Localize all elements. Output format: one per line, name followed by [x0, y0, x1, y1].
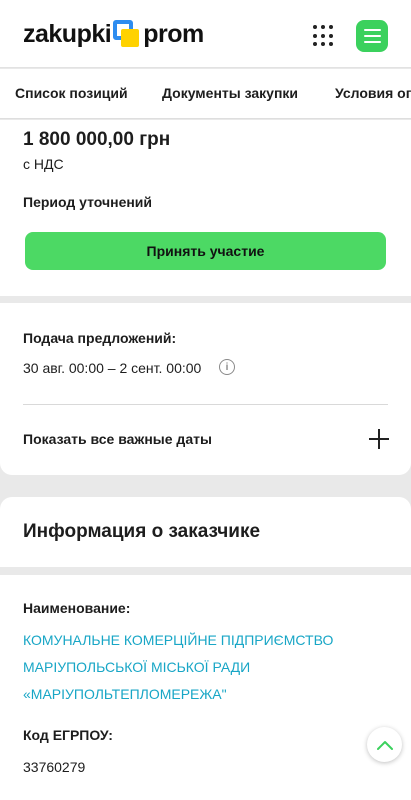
tab-conditions[interactable]: Условия оп — [335, 85, 411, 101]
submission-label: Подача предложений: — [23, 330, 177, 346]
scroll-to-top-button[interactable] — [367, 727, 402, 762]
customer-name-link[interactable]: КОМУНАЛЬНЕ КОМЕРЦІЙНЕ ПІДПРИЄМСТВО МАРІУ… — [23, 627, 363, 708]
divider — [23, 404, 388, 405]
chevron-up-icon — [376, 740, 393, 750]
tab-positions[interactable]: Список позиций — [15, 85, 128, 101]
logo-text-left: zakupki — [23, 19, 112, 48]
hamburger-menu-icon — [363, 29, 381, 31]
show-all-dates-label[interactable]: Показать все важные даты — [23, 431, 212, 447]
customer-section-header: Информация о заказчике — [0, 497, 411, 567]
logo-mark-icon — [113, 20, 141, 48]
customer-name-line: «МАРІУПОЛЬТЕПЛОМЕРЕЖА" — [23, 686, 227, 702]
header: zakupki prom — [0, 0, 411, 68]
tab-documents[interactable]: Документы закупки — [162, 85, 298, 101]
info-icon[interactable]: i — [219, 359, 235, 375]
apps-grid-icon[interactable] — [313, 25, 335, 47]
submission-range: 30 авг. 00:00 – 2 сент. 00:00 — [23, 360, 202, 376]
page: zakupki prom Список позиций Документы за… — [0, 0, 411, 800]
code-label: Код ЕГРПОУ: — [23, 727, 113, 743]
name-label: Наименование: — [23, 600, 131, 616]
join-button[interactable]: Принять участие — [25, 232, 386, 270]
customer-details-card: Наименование: КОМУНАЛЬНЕ КОМЕРЦІЙНЕ ПІДП… — [0, 575, 411, 800]
tender-status: Период уточнений — [23, 194, 153, 210]
dates-card: Подача предложений: 30 авг. 00:00 – 2 се… — [0, 303, 411, 475]
code-value: 33760279 — [23, 759, 86, 775]
vat-note: с НДС — [23, 156, 64, 172]
expected-price: 1 800 000,00 грн — [23, 129, 171, 150]
section-title: Информация о заказчике — [23, 521, 261, 542]
menu-button[interactable] — [356, 20, 388, 52]
tab-bar: Список позиций Документы закупки Условия… — [0, 69, 411, 119]
logo[interactable]: zakupki prom — [23, 18, 204, 50]
customer-name-line: МАРІУПОЛЬСЬКОЇ МІСЬКОЇ РАДИ — [23, 659, 251, 675]
customer-name-line: КОМУНАЛЬНЕ КОМЕРЦІЙНЕ ПІДПРИЄМСТВО — [23, 632, 334, 648]
price-card: 1 800 000,00 грн с НДС Период уточнений … — [0, 120, 411, 296]
logo-text-right: prom — [143, 19, 204, 48]
expand-plus-icon[interactable] — [369, 429, 389, 449]
